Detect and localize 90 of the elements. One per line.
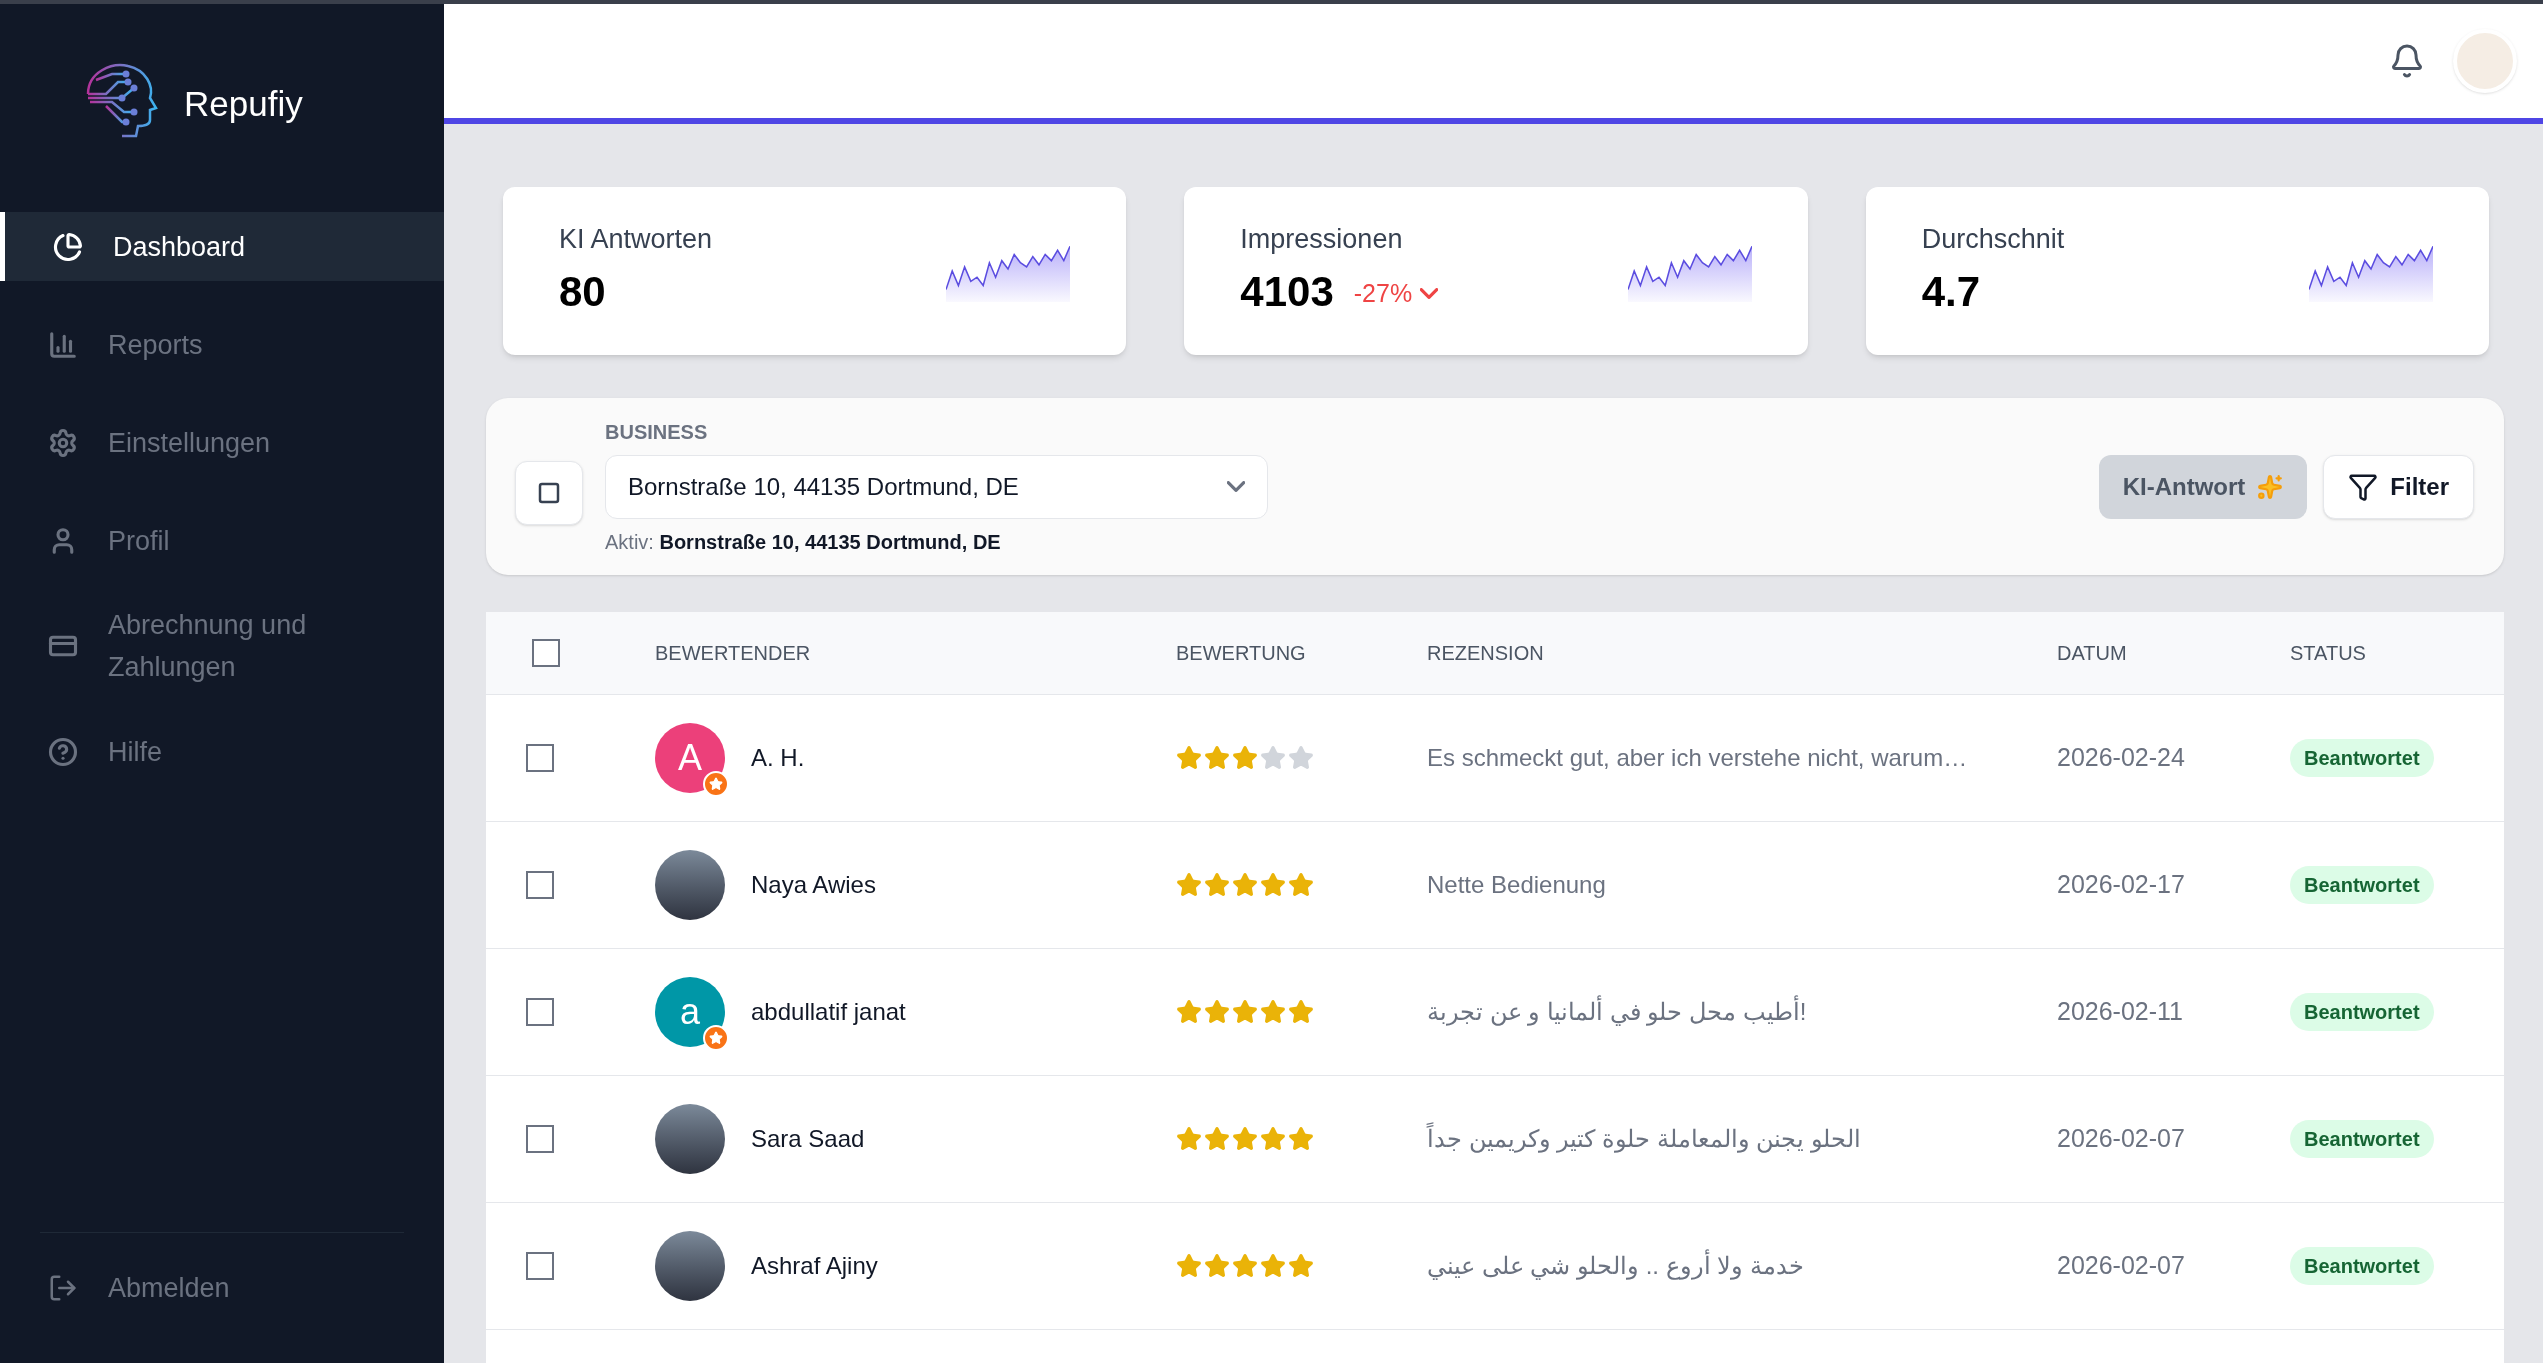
business-label: BUSINESS xyxy=(605,419,709,445)
status-badge: Beantwortet xyxy=(2290,739,2434,777)
star-icon xyxy=(1232,1126,1258,1152)
column-header: DATUM xyxy=(2057,641,2128,666)
star-icon xyxy=(1204,1253,1230,1279)
star-icon xyxy=(1232,999,1258,1025)
star-icon xyxy=(1232,745,1258,771)
sidebar-nav-item[interactable]: Reports xyxy=(0,310,444,379)
device-button[interactable] xyxy=(515,460,583,525)
star-icon xyxy=(1260,745,1286,771)
review-date: 2026-02-11 xyxy=(2057,996,2185,1028)
checkbox[interactable] xyxy=(526,998,554,1026)
star-badge-icon xyxy=(703,1025,729,1051)
pie-chart-icon xyxy=(53,231,83,262)
checkbox[interactable] xyxy=(532,639,560,667)
star-icon xyxy=(1288,999,1314,1025)
status-badge: Beantwortet xyxy=(2290,866,2434,904)
review-date: 2026-02-07 xyxy=(2057,1250,2186,1282)
star-icon xyxy=(1204,1126,1230,1152)
stat-title: KI Antworten xyxy=(559,223,713,257)
review-text: أطيب محل حلو في ألمانيا و عن تجربة! xyxy=(1427,994,2057,1030)
square-icon xyxy=(537,480,561,505)
chevron-icon xyxy=(1420,287,1439,299)
star-icon xyxy=(1176,745,1202,771)
help-icon xyxy=(48,736,78,767)
bar-chart-icon xyxy=(48,329,78,360)
star-icon xyxy=(1288,745,1314,771)
stat-title: Impressionen xyxy=(1240,223,1404,257)
review-date: 2026-02-07 xyxy=(2057,1123,2186,1155)
checkbox[interactable] xyxy=(526,744,554,772)
checkbox[interactable] xyxy=(526,1125,554,1153)
reviewer-name: abdullatif janat xyxy=(751,997,906,1027)
sparkle-icon xyxy=(2257,473,2284,500)
chevron-down-icon xyxy=(1227,481,1245,492)
settings-icon xyxy=(48,427,78,458)
review-text: الحلو يجنن والمعاملة حلوة كتير وكريمين جداً xyxy=(1427,1121,2057,1157)
star-badge-icon xyxy=(703,771,729,797)
column-header: BEWERTUNG xyxy=(1176,641,1307,666)
review-text: Es schmeckt gut, aber ich verstehe nicht, warum… xyxy=(1427,743,1969,773)
stat-value: 4103 xyxy=(1240,266,1334,317)
letter-avatar: a xyxy=(655,977,725,1047)
star-icon xyxy=(1176,1253,1202,1279)
reviewer-name: Naya Awies xyxy=(751,870,876,900)
status-badge: Beantwortet xyxy=(2290,1120,2434,1158)
sidebar-nav-item[interactable]: Profil xyxy=(0,506,444,575)
reviewer-name: Ashraf Ajiny xyxy=(751,1251,878,1281)
star-icon xyxy=(1204,872,1230,898)
sidebar-nav-item[interactable]: Einstellungen xyxy=(0,408,444,477)
business-select[interactable]: Bornstraße 10, 44135 Dortmund, DE xyxy=(605,454,1268,519)
sidebar-nav-item[interactable]: Hilfe xyxy=(0,717,444,786)
checkbox[interactable] xyxy=(526,1252,554,1280)
star-icon xyxy=(1176,1126,1202,1152)
stat-value: 80 xyxy=(559,266,606,317)
stat-title: Durchschnit xyxy=(1921,223,2065,257)
stat-value: 4.7 xyxy=(1921,266,1981,317)
star-icon xyxy=(1288,1253,1314,1279)
logout-link[interactable]: Abmelden xyxy=(0,1233,444,1363)
review-date: 2026-02-24 xyxy=(2057,742,2186,774)
reviewer-name: A. H. xyxy=(751,743,805,773)
brand-name: Repufiy xyxy=(184,83,303,125)
status-badge: Beantwortet xyxy=(2290,993,2434,1031)
star-icon xyxy=(1204,745,1230,771)
column-header: BEWERTENDER xyxy=(655,641,812,666)
status-badge: Beantwortet xyxy=(2290,1247,2434,1285)
star-icon xyxy=(1260,1253,1286,1279)
star-icon xyxy=(1288,1126,1314,1152)
star-icon xyxy=(1260,999,1286,1025)
checkbox[interactable] xyxy=(526,871,554,899)
sidebar-nav-item[interactable]: Dashboard xyxy=(0,212,444,281)
filter-button[interactable]: Filter xyxy=(2323,454,2474,519)
star-icon xyxy=(1204,999,1230,1025)
active-business-text: Aktiv: Bornstraße 10, 44135 Dortmund, DE xyxy=(605,529,1002,555)
star-icon xyxy=(1232,872,1258,898)
star-icon xyxy=(1260,1126,1286,1152)
column-header: REZENSION xyxy=(1427,641,1545,666)
sidebar-nav-item[interactable]: Abrechnung und Zahlungen xyxy=(0,604,444,688)
review-text: Nette Bedienung xyxy=(1427,870,1607,900)
star-icon xyxy=(1176,999,1202,1025)
logout-icon xyxy=(48,1273,78,1303)
notification-bell-icon[interactable] xyxy=(2389,43,2425,79)
star-icon xyxy=(1288,872,1314,898)
star-icon xyxy=(1260,872,1286,898)
star-icon xyxy=(1232,1253,1258,1279)
star-icon xyxy=(1176,872,1202,898)
reviewer-name: Sara Saad xyxy=(751,1124,865,1154)
letter-avatar: A xyxy=(655,723,725,793)
column-header: STATUS xyxy=(2290,641,2367,666)
trend-change: -27% xyxy=(1353,277,1413,309)
review-date: 2026-02-17 xyxy=(2057,869,2186,901)
review-text: خدمة ولا أروع .. والحلو شي على عيني xyxy=(1427,1248,2057,1284)
